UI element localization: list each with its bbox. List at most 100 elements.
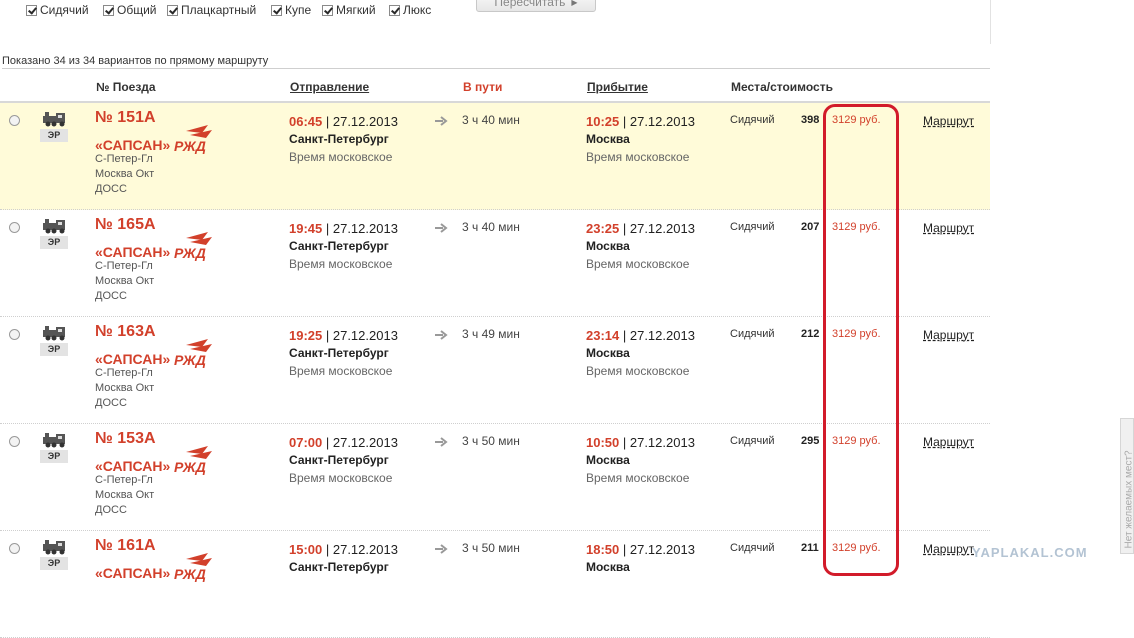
rzd-logo: РЖД [174,553,212,582]
locomotive-icon [43,433,65,448]
filter-lux[interactable]: Люкс [389,3,431,17]
arrival-time: 10:25 | 27.12.2013 [586,114,695,129]
rzd-logo: РЖД [174,125,212,154]
select-radio[interactable] [9,329,20,340]
svg-text:РЖД: РЖД [174,566,206,582]
train-number: № 161А [95,537,156,554]
checkbox[interactable] [322,4,333,16]
seat-type: Сидячий [730,221,775,233]
train-class-badge: ЭР [40,236,68,249]
select-radio[interactable] [9,222,20,233]
departure-timezone: Время московское [289,150,393,164]
train-name: «САПСАН» [95,137,171,153]
header-duration[interactable]: В пути [463,80,502,94]
filter-general[interactable]: Общий [103,3,157,17]
play-arrow-icon: ▶ [571,0,578,7]
route-link[interactable]: Маршрут [923,435,974,449]
travel-duration: 3 ч 50 мин [462,541,520,555]
seat-count: 212 [801,328,820,340]
seat-type: Сидячий [730,114,775,126]
arrival-city: Москва [586,132,630,146]
seat-count: 295 [801,435,820,447]
checkbox[interactable] [271,4,282,16]
arrow-right-icon [435,437,448,447]
departure-timezone: Время московское [289,257,393,271]
travel-duration: 3 ч 40 мин [462,220,520,234]
departure-time: 06:45 | 27.12.2013 [289,114,398,129]
route-station: С-Петер-Гл [95,260,153,272]
checkbox[interactable] [389,4,400,16]
seat-type: Сидячий [730,542,775,554]
route-station: ДОСС [95,397,127,409]
travel-duration: 3 ч 50 мин [462,434,520,448]
select-radio[interactable] [9,543,20,554]
locomotive-icon [43,112,65,127]
departure-timezone: Время московское [289,364,393,378]
departure-time: 19:45 | 27.12.2013 [289,221,398,236]
route-station: Москва Окт [95,275,155,287]
departure-city: Санкт-Петербург [289,560,389,574]
header-arrival[interactable]: Прибытие [587,80,648,94]
travel-duration: 3 ч 40 мин [462,113,520,127]
rzd-logo: РЖД [174,446,212,475]
train-number: № 153А [95,430,156,447]
svg-text:РЖД: РЖД [174,245,206,261]
route-station: С-Петер-Гл [95,153,153,165]
train-name: «САПСАН» [95,244,171,260]
select-radio[interactable] [9,436,20,447]
arrival-time: 18:50 | 27.12.2013 [586,542,695,557]
route-link[interactable]: Маршрут [923,221,974,235]
seat-count: 398 [801,114,820,126]
checkbox[interactable] [167,4,178,16]
rzd-logo: РЖД [174,339,212,368]
route-station: Москва Окт [95,382,155,394]
departure-city: Санкт-Петербург [289,132,389,146]
route-station: С-Петер-Гл [95,474,153,486]
filter-coupe[interactable]: Купе [271,3,311,17]
seat-count: 211 [801,542,819,554]
svg-text:РЖД: РЖД [174,352,206,368]
departure-time: 15:00 | 27.12.2013 [289,542,398,557]
arrival-timezone: Время московское [586,150,690,164]
route-link[interactable]: Маршрут [923,328,974,342]
arrival-city: Москва [586,346,630,360]
no-seats-side-tab[interactable]: Нет желаемых мест? [1120,418,1134,554]
travel-duration: 3 ч 49 мин [462,327,520,341]
seat-type: Сидячий [730,328,775,340]
arrival-city: Москва [586,453,630,467]
arrow-right-icon [435,330,448,340]
train-number: № 165А [95,216,156,233]
svg-text:РЖД: РЖД [174,459,206,475]
departure-city: Санкт-Петербург [289,453,389,467]
header-seats: Места/стоимость [731,80,833,94]
arrival-city: Москва [586,239,630,253]
divider [2,68,990,69]
arrival-timezone: Время московское [586,364,690,378]
train-name: «САПСАН» [95,458,171,474]
price-highlight-annotation [823,104,899,576]
checkbox[interactable] [26,4,37,16]
route-link[interactable]: Маршрут [923,542,974,556]
route-link[interactable]: Маршрут [923,114,974,128]
filter-soft[interactable]: Мягкий [322,3,376,17]
rzd-logo: РЖД [174,232,212,261]
departure-city: Санкт-Петербург [289,239,389,253]
select-radio[interactable] [9,115,20,126]
header-departure[interactable]: Отправление [290,80,369,94]
route-station: ДОСС [95,183,127,195]
locomotive-icon [43,219,65,234]
checkbox[interactable] [103,4,114,16]
arrow-right-icon [435,544,448,554]
filter-sitting[interactable]: Сидячий [26,3,89,17]
arrival-time: 23:14 | 27.12.2013 [586,328,695,343]
train-name: «САПСАН» [95,351,171,367]
train-class-badge: ЭР [40,450,68,463]
route-station: Москва Окт [95,489,155,501]
arrival-timezone: Время московское [586,471,690,485]
train-name: «САПСАН» [95,565,171,581]
train-number: № 151А [95,109,156,126]
route-station: Москва Окт [95,168,155,180]
header-train: № Поезда [96,80,156,94]
recalculate-button[interactable]: Пересчитать ▶ [476,0,596,12]
filter-platzkart[interactable]: Плацкартный [167,3,256,17]
